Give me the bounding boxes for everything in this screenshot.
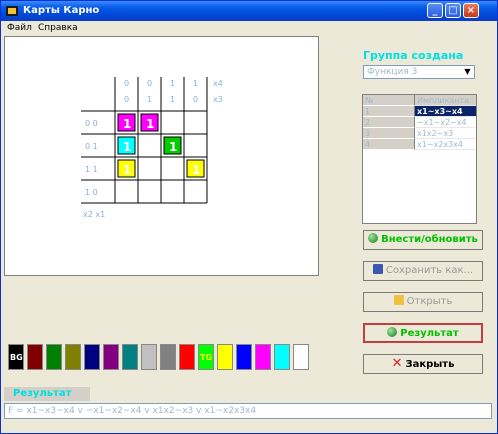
column-header: 0 bbox=[193, 95, 198, 104]
table-row[interactable]: 4 x1~x2x3x4 bbox=[363, 139, 476, 150]
close-label: Закрыть bbox=[405, 359, 455, 370]
karnaugh-map: 0 0 1 1 0 1 1 0 x4 x3 0 0 0 1 1 1 1 0 x2 x1 1 1 1 1 1 1 bbox=[81, 77, 223, 219]
column-header-implicant: Импликанта bbox=[415, 95, 476, 106]
swatch-label: TG bbox=[200, 353, 213, 362]
kmap-cell-value: 1 bbox=[123, 163, 131, 177]
color-swatch[interactable] bbox=[141, 344, 157, 370]
menu-file[interactable]: Файл bbox=[7, 23, 32, 33]
column-variable: x3 bbox=[213, 95, 223, 104]
color-swatch[interactable] bbox=[255, 344, 271, 370]
globe-icon bbox=[387, 327, 398, 337]
add-update-button[interactable]: Внести/обновить bbox=[363, 230, 483, 250]
horizontal-scrollbar[interactable] bbox=[4, 421, 492, 431]
minimize-button[interactable]: _ bbox=[427, 3, 443, 18]
column-header: 0 bbox=[124, 95, 129, 104]
column-header-number: № bbox=[363, 95, 415, 106]
color-swatch[interactable] bbox=[236, 344, 252, 370]
row-number: 1 bbox=[363, 106, 415, 117]
table-row[interactable]: 1 x1~x3~x4 bbox=[363, 106, 476, 117]
menu-bar: Файл Справка bbox=[1, 21, 497, 35]
main-window: Карты Карно _ □ × Файл Справка 0 0 1 1 0 1 1 0 x… bbox=[0, 0, 498, 434]
table-row[interactable]: 3 x1x2~x3 bbox=[363, 128, 476, 139]
window-title: Карты Карно bbox=[23, 5, 100, 16]
maximize-button[interactable]: □ bbox=[445, 3, 461, 18]
column-header: 0 bbox=[124, 79, 129, 88]
menu-help[interactable]: Справка bbox=[38, 23, 78, 33]
title-bar[interactable]: Карты Карно _ □ × bbox=[1, 1, 497, 21]
kmap-cell-value: 1 bbox=[123, 140, 131, 154]
row-number: 3 bbox=[363, 128, 415, 139]
result-field[interactable]: F = x1~x3~x4 v ~x1~x2~x4 v x1x2~x3 v x1~… bbox=[4, 403, 492, 419]
add-update-label: Внести/обновить bbox=[381, 234, 478, 245]
color-swatch[interactable] bbox=[274, 344, 290, 370]
result-button-label: Результат bbox=[400, 328, 459, 339]
row-header: 1 0 bbox=[85, 188, 98, 197]
result-button[interactable]: Результат bbox=[363, 323, 483, 343]
group-status-label: Группа создана bbox=[363, 49, 464, 62]
column-header: 1 bbox=[193, 79, 198, 88]
row-header: 0 1 bbox=[85, 142, 98, 151]
color-swatch[interactable] bbox=[122, 344, 138, 370]
row-header: 0 0 bbox=[85, 119, 98, 128]
close-window-button[interactable]: × bbox=[463, 3, 479, 18]
color-palette: BG TG bbox=[8, 344, 313, 372]
color-swatch[interactable] bbox=[27, 344, 43, 370]
color-swatch[interactable]: BG bbox=[8, 344, 24, 370]
close-x-icon: ✕ bbox=[391, 356, 403, 371]
color-swatch[interactable] bbox=[46, 344, 62, 370]
save-as-button[interactable]: Сохранить как... bbox=[363, 261, 483, 281]
table-header-row: № Импликанта bbox=[363, 95, 476, 106]
column-header: 1 bbox=[170, 79, 175, 88]
floppy-disk-icon bbox=[372, 264, 383, 274]
kmap-cell-value: 1 bbox=[146, 117, 154, 131]
function-select-value: Функция 3 bbox=[367, 67, 418, 77]
result-formula: F = x1~x3~x4 v ~x1~x2~x4 v x1x2~x3 v x1~… bbox=[8, 406, 257, 416]
column-header: 1 bbox=[170, 95, 175, 104]
kmap-cell-value: 1 bbox=[123, 117, 131, 131]
app-icon bbox=[6, 6, 18, 16]
color-swatch[interactable] bbox=[293, 344, 309, 370]
table-row[interactable]: 2 ~x1~x2~x4 bbox=[363, 117, 476, 128]
row-implicant: ~x1~x2~x4 bbox=[415, 117, 476, 128]
column-header: 0 bbox=[147, 79, 152, 88]
save-as-label: Сохранить как... bbox=[385, 265, 474, 276]
color-swatch[interactable] bbox=[84, 344, 100, 370]
column-header: 1 bbox=[147, 95, 152, 104]
chevron-down-icon[interactable]: ▼ bbox=[461, 66, 474, 78]
close-button[interactable]: ✕ Закрыть bbox=[363, 354, 483, 374]
column-variable: x4 bbox=[213, 79, 223, 88]
row-number: 4 bbox=[363, 139, 415, 150]
color-swatch[interactable] bbox=[217, 344, 233, 370]
row-implicant: x1~x3~x4 bbox=[415, 106, 476, 117]
open-button[interactable]: Открыть bbox=[363, 292, 483, 312]
row-variable: x2 x1 bbox=[83, 210, 105, 219]
row-implicant: x1~x2x3x4 bbox=[415, 139, 476, 150]
function-select[interactable]: Функция 3 ▼ bbox=[363, 65, 475, 79]
open-label: Открыть bbox=[406, 296, 453, 307]
folder-icon bbox=[393, 295, 404, 305]
karnaugh-map-canvas[interactable]: 0 0 1 1 0 1 1 0 x4 x3 0 0 0 1 1 1 1 0 x2 x1 1 1 1 1 1 1 bbox=[4, 36, 319, 276]
kmap-cell-value: 1 bbox=[192, 163, 200, 177]
row-header: 1 1 bbox=[85, 165, 98, 174]
kmap-cell-value: 1 bbox=[169, 140, 177, 154]
color-swatch[interactable] bbox=[160, 344, 176, 370]
color-swatch[interactable] bbox=[65, 344, 81, 370]
color-swatch[interactable]: TG bbox=[198, 344, 214, 370]
row-implicant: x1x2~x3 bbox=[415, 128, 476, 139]
swatch-label: BG bbox=[10, 353, 23, 362]
globe-icon bbox=[368, 233, 379, 243]
color-swatch[interactable] bbox=[179, 344, 195, 370]
result-label: Результат bbox=[4, 387, 90, 401]
implicant-table[interactable]: № Импликанта 1 x1~x3~x4 2 ~x1~x2~x4 3 x1x2~x3… bbox=[362, 94, 477, 224]
color-swatch[interactable] bbox=[103, 344, 119, 370]
row-number: 2 bbox=[363, 117, 415, 128]
